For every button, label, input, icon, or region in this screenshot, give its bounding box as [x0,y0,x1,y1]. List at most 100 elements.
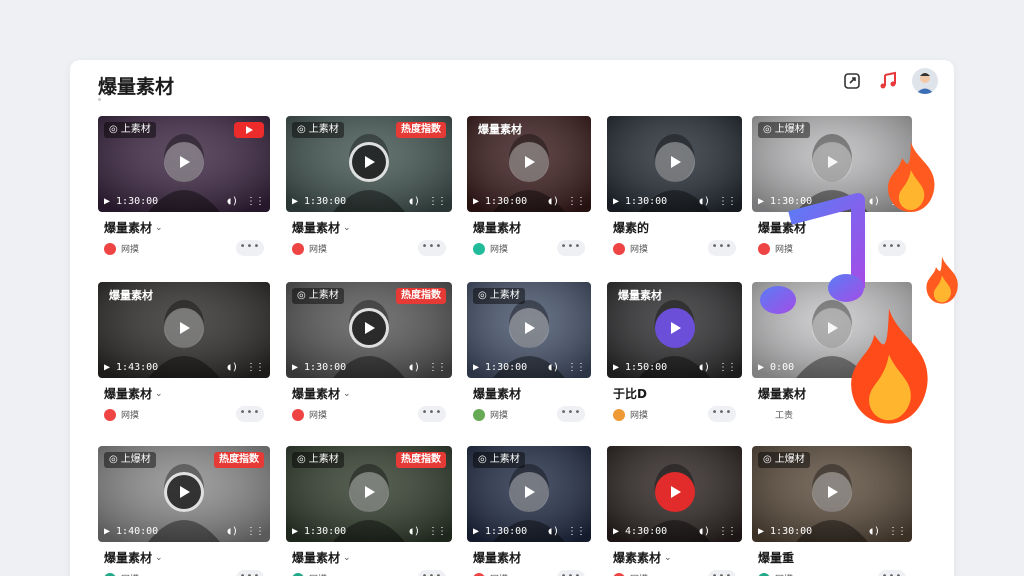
card-title[interactable]: 爆量重 [758,549,794,566]
play-small-icon[interactable]: ▶ [292,196,298,207]
more-options-button[interactable]: ••• [418,570,446,576]
volume-icon[interactable]: ◖) [698,362,710,373]
video-thumbnail[interactable]: ◎ 上素材 热度指数 ▶ 1:30:00 ◖) ⋮⋮ [286,116,452,212]
card-title[interactable]: 爆素素材 ⌄ [613,549,672,566]
more-options-button[interactable]: ••• [557,240,585,256]
play-small-icon[interactable]: ▶ [292,526,298,537]
video-thumbnail[interactable]: ◎上爆材 ▶ 1:30:00 ◖) ⋮⋮ [752,446,912,542]
video-card[interactable]: ◎上爆材 ▶ 1:30:00 ◖) ⋮⋮ 爆量重 网摸 ••• [752,446,912,576]
play-button[interactable] [509,142,549,182]
more-options-button[interactable]: ••• [708,570,736,576]
volume-icon[interactable]: ◖) [226,196,238,207]
play-button[interactable] [509,472,549,512]
video-card[interactable]: ◎ 上素材 ▶ 1:30:00 ◖) ⋮⋮ 爆量素材 ⌄ 网摸 ••• [98,116,270,266]
play-small-icon[interactable]: ▶ [758,362,764,373]
volume-icon[interactable]: ◖) [698,526,710,537]
play-button[interactable] [812,472,852,512]
card-title[interactable]: 爆量素材 ⌄ [104,219,163,236]
more-options-button[interactable]: ••• [557,570,585,576]
video-thumbnail[interactable]: 爆量素材 ▶ 1:30:00 ◖) ⋮⋮ [467,116,591,212]
card-title[interactable]: 爆量素材 [473,219,521,236]
volume-icon[interactable]: ◖) [226,526,238,537]
play-small-icon[interactable]: ▶ [473,526,479,537]
video-card[interactable]: ◎上爆材 热度指数 ▶ 1:40:00 ◖) ⋮⋮ 爆量素材 ⌄ 网摸 ••• [98,446,270,576]
video-card[interactable]: 爆量素材 ▶ 1:50:00 ◖) ⋮⋮ 于比D 网摸 ••• [607,282,742,432]
card-title[interactable]: 爆量素材 ⌄ [104,549,163,566]
card-title[interactable]: 爆量素材 [473,385,521,402]
play-button[interactable] [164,472,204,512]
more-vert-icon[interactable]: ⋮⋮ [428,526,447,537]
play-small-icon[interactable]: ▶ [758,526,764,537]
chevron-down-icon[interactable]: ⌄ [664,553,672,563]
more-vert-icon[interactable]: ⋮⋮ [246,362,265,373]
chevron-down-icon[interactable]: ⌄ [343,553,351,563]
video-thumbnail[interactable]: ▶ 1:30:00 ◖) ⋮⋮ [607,116,742,212]
volume-icon[interactable]: ◖) [698,196,710,207]
more-vert-icon[interactable]: ⋮⋮ [718,526,737,537]
volume-icon[interactable]: ◖) [868,196,880,207]
volume-icon[interactable]: ◖) [408,362,420,373]
video-thumbnail[interactable]: ◎ 上素材 ▶ 1:30:00 ◖) ⋮⋮ [98,116,270,212]
play-small-icon[interactable]: ▶ [104,196,110,207]
more-vert-icon[interactable]: ⋮⋮ [428,362,447,373]
card-title[interactable]: 爆量素材 ⌄ [104,385,163,402]
more-options-button[interactable]: ••• [418,406,446,422]
volume-icon[interactable]: ◖) [547,526,559,537]
video-card[interactable]: 爆量素材 ▶ 1:30:00 ◖) ⋮⋮ 爆量素材 网摸 ••• [467,116,591,266]
avatar[interactable] [912,68,938,94]
play-small-icon[interactable]: ▶ [473,362,479,373]
more-options-button[interactable]: ••• [557,406,585,422]
more-options-button[interactable]: ••• [236,570,264,576]
more-options-button[interactable]: ••• [236,406,264,422]
more-vert-icon[interactable]: ⋮⋮ [888,526,907,537]
play-button[interactable] [654,472,695,512]
play-small-icon[interactable]: ▶ [613,196,619,207]
volume-icon[interactable]: ◖) [408,196,420,207]
card-title[interactable]: 爆量素材 ⌄ [292,385,351,402]
more-options-button[interactable]: ••• [708,406,736,422]
play-button[interactable] [349,142,389,182]
card-title[interactable]: 爆量素材 ⌄ [292,549,351,566]
video-card[interactable]: ◎上素材 热度指数 ▶ 1:30:00 ◖) ⋮⋮ 爆量素材 ⌄ 网摸 ••• [286,446,452,576]
chevron-down-icon[interactable]: ⌄ [343,223,351,233]
play-button[interactable] [349,472,389,512]
more-options-button[interactable]: ••• [878,240,906,256]
more-options-button[interactable]: ••• [708,240,736,256]
share-icon[interactable] [840,69,864,93]
chevron-down-icon[interactable]: ⌄ [155,223,163,233]
play-button[interactable] [654,308,695,348]
more-vert-icon[interactable]: ⋮⋮ [246,526,265,537]
video-card[interactable]: ◎上素材 ▶ 1:30:00 ◖) ⋮⋮ 爆量素材 网摸 ••• [467,446,591,576]
video-thumbnail[interactable]: ◎ 上素材 热度指数 ▶ 1:30:00 ◖) ⋮⋮ [286,446,452,542]
play-small-icon[interactable]: ▶ [613,526,619,537]
more-vert-icon[interactable]: ⋮⋮ [567,526,586,537]
card-title[interactable]: 爆量素材 [473,549,521,566]
video-thumbnail[interactable]: 爆量素材 ▶ 1:43:00 ◖) ⋮⋮ [98,282,270,378]
more-vert-icon[interactable]: ⋮⋮ [246,196,265,207]
volume-icon[interactable]: ◖) [547,362,559,373]
play-button[interactable] [349,308,389,348]
music-note-icon[interactable] [876,69,900,93]
video-thumbnail[interactable]: 爆量素材 ▶ 1:50:00 ◖) ⋮⋮ [607,282,742,378]
play-button[interactable] [164,308,204,348]
card-title[interactable]: 于比D [613,385,647,402]
play-button[interactable] [812,142,852,182]
more-options-button[interactable]: ••• [418,240,446,256]
volume-icon[interactable]: ◖) [547,196,559,207]
video-thumbnail[interactable]: ▶ 4:30:00 ◖) ⋮⋮ [607,446,742,542]
play-small-icon[interactable]: ▶ [104,362,110,373]
video-card[interactable]: ▶ 1:30:00 ◖) ⋮⋮ 爆素的 网摸 ••• [607,116,742,266]
more-vert-icon[interactable]: ⋮⋮ [428,196,447,207]
video-card[interactable]: 爆量素材 ▶ 1:43:00 ◖) ⋮⋮ 爆量素材 ⌄ 网摸 ••• [98,282,270,432]
more-options-button[interactable]: ••• [878,570,906,576]
play-small-icon[interactable]: ▶ [613,362,619,373]
card-title[interactable]: 爆素的 [613,219,649,236]
play-button[interactable] [509,308,549,348]
chevron-down-icon[interactable]: ⌄ [155,389,163,399]
play-small-icon[interactable]: ▶ [292,362,298,373]
more-vert-icon[interactable]: ⋮⋮ [718,196,737,207]
more-vert-icon[interactable]: ⋮⋮ [718,362,737,373]
card-title[interactable]: 爆量素材 [758,385,806,402]
video-thumbnail[interactable]: ◎ 上爆材 热度指数 ▶ 1:40:00 ◖) ⋮⋮ [98,446,270,542]
video-thumbnail[interactable]: ◎ 上素材 ▶ 1:30:00 ◖) ⋮⋮ [467,282,591,378]
